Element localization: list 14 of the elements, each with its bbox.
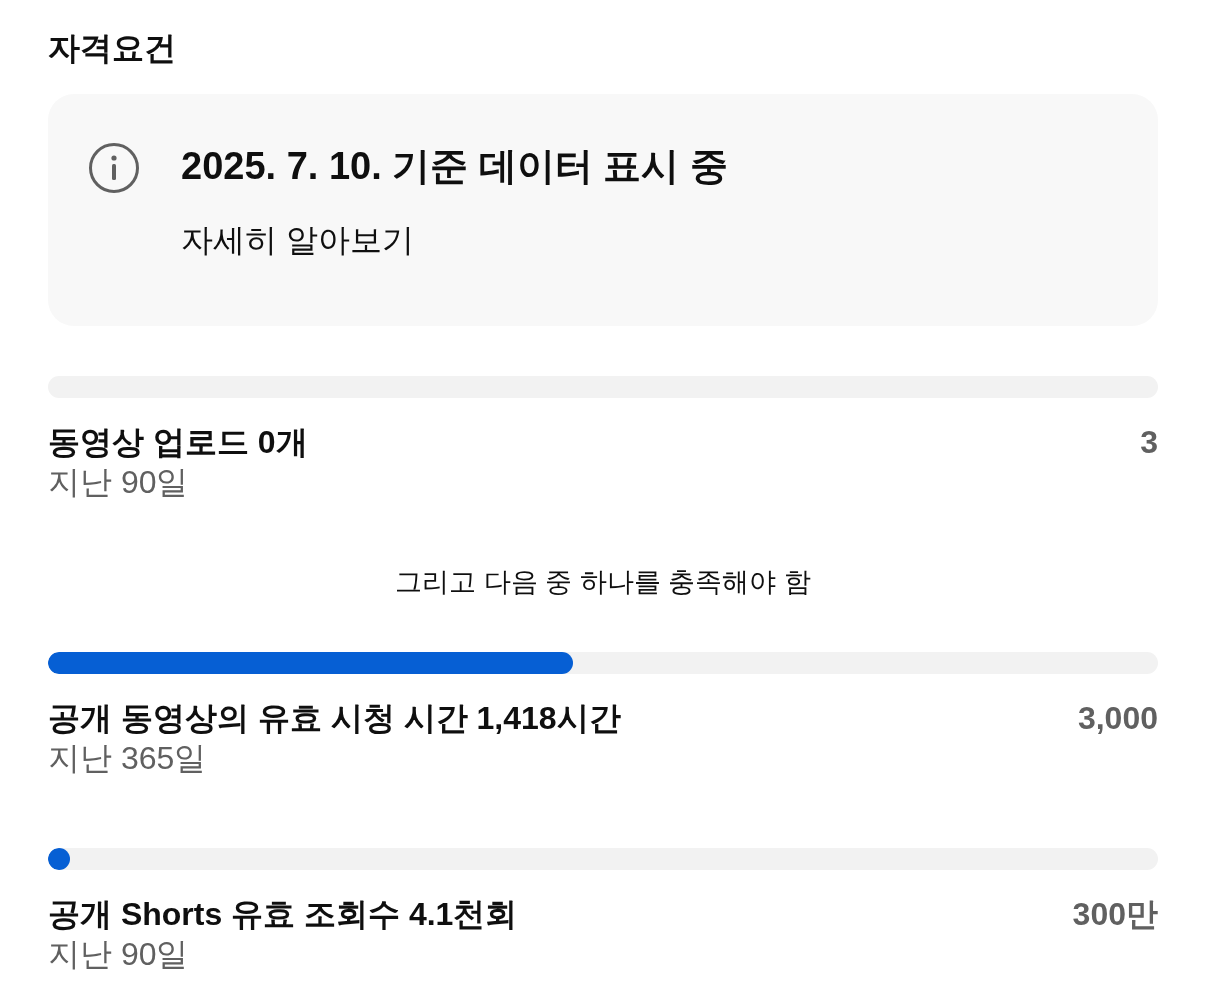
requirement-target: 300만 bbox=[1072, 895, 1158, 934]
notice-heading: 2025. 7. 10. 기준 데이터 표시 중 bbox=[181, 144, 728, 189]
info-icon bbox=[88, 142, 140, 194]
period-text: 지난 90일 bbox=[48, 935, 189, 974]
section-title: 자격요건 bbox=[48, 29, 177, 68]
period-text: 지난 90일 bbox=[48, 463, 189, 502]
requirement-target: 3,000 bbox=[1077, 699, 1158, 738]
requirement-label: 공개 Shorts 유효 조회수 4.1천회 bbox=[48, 895, 518, 934]
learn-more-link[interactable]: 자세히 알아보기 bbox=[181, 220, 414, 260]
requirement-target: 3 bbox=[1140, 423, 1158, 462]
period-text: 지난 365일 bbox=[48, 739, 207, 778]
condition-text: 그리고 다음 중 하나를 충족해야 함 bbox=[395, 566, 811, 599]
requirement-label: 공개 동영상의 유효 시청 시간 1,418시간 bbox=[48, 699, 621, 738]
requirement-label: 동영상 업로드 0개 bbox=[48, 423, 308, 462]
